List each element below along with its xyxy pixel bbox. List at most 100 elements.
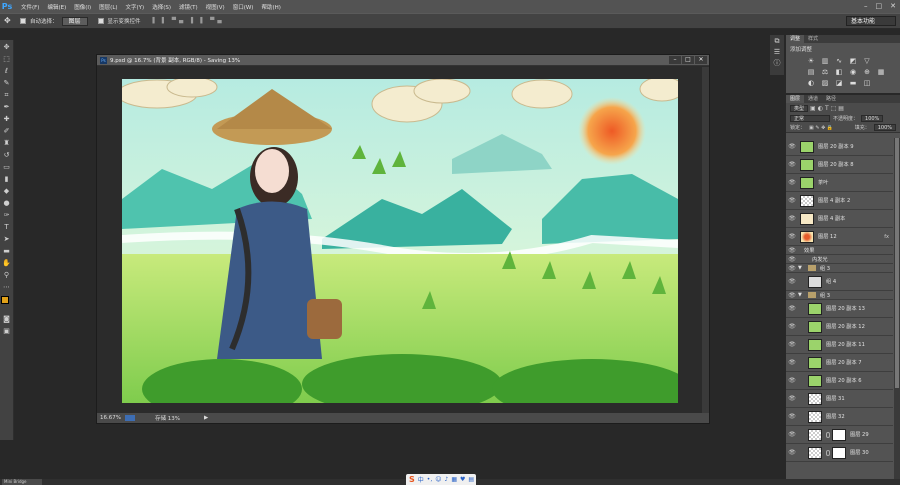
document-titlebar[interactable]: Ps 9.psd @ 16.7% (背景 副本, RGB/8) - Saving… — [97, 55, 709, 66]
expand-arrow-icon[interactable]: ▼ — [798, 265, 802, 271]
layer-effect-item[interactable]: 👁 内发光 — [786, 255, 893, 264]
pen-tool-icon[interactable]: ✑ — [2, 210, 12, 221]
hue-saturation-icon[interactable]: ▤ — [806, 68, 816, 76]
layer-mask-thumbnail[interactable] — [832, 428, 846, 441]
hand-tool-icon[interactable]: ✋ — [2, 258, 12, 269]
tab-adjustments[interactable]: 调整 — [786, 35, 805, 43]
mask-link-icon[interactable] — [826, 431, 830, 438]
move-tool-icon[interactable]: ✥ — [4, 16, 16, 26]
levels-icon[interactable]: ▥ — [820, 57, 830, 65]
lasso-tool-icon[interactable]: ℓ — [2, 66, 12, 77]
brush-tool-icon[interactable]: ✐ — [2, 126, 12, 137]
selective-color-icon[interactable]: ◫ — [862, 79, 872, 87]
tab-channels[interactable]: 通道 — [804, 95, 822, 103]
layer-row[interactable]: 👁 图层 20 副本 9 — [786, 138, 893, 156]
status-toggle-icon[interactable] — [124, 415, 135, 421]
stamp-tool-icon[interactable]: ♜ — [2, 138, 12, 149]
menu-window[interactable]: 窗口(W) — [229, 3, 258, 11]
menu-help[interactable]: 帮助(H) — [257, 3, 284, 11]
type-tool-icon[interactable]: T — [2, 222, 12, 233]
photo-filter-icon[interactable]: ◉ — [848, 68, 858, 76]
layer-row[interactable]: 👁 图层 20 副本 13 — [786, 300, 893, 318]
eraser-tool-icon[interactable]: ▭ — [2, 162, 12, 173]
ime-emoji-icon[interactable]: ☺ — [435, 476, 441, 483]
blend-mode-dropdown[interactable]: 正常 — [790, 114, 830, 122]
vibrance-icon[interactable]: ▽ — [862, 57, 872, 65]
history-brush-tool-icon[interactable]: ↺ — [2, 150, 12, 161]
tab-layers[interactable]: 图层 — [786, 95, 805, 103]
info-panel-icon[interactable]: ⓘ — [774, 58, 781, 68]
layer-effects-row[interactable]: 👁 效果 — [786, 246, 893, 255]
ime-skin-icon[interactable]: ♥ — [460, 476, 465, 483]
color-lookup-icon[interactable]: ▦ — [876, 68, 886, 76]
visibility-eye-icon[interactable]: 👁 — [788, 359, 796, 366]
healing-tool-icon[interactable]: ✚ — [2, 114, 12, 125]
filter-smart-icon[interactable]: ▤ — [838, 105, 844, 112]
layer-row[interactable]: 👁 图层 32 — [786, 408, 893, 426]
history-panel-icon[interactable]: ⧉ — [775, 37, 780, 46]
ime-voice-icon[interactable]: ♪ — [445, 476, 449, 483]
visibility-eye-icon[interactable]: 👁 — [788, 305, 796, 312]
gradient-tool-icon[interactable]: ▮ — [2, 174, 12, 185]
canvas-vertical-scrollbar[interactable] — [702, 67, 709, 413]
tab-styles[interactable]: 样式 — [804, 35, 822, 43]
threshold-icon[interactable]: ◪ — [834, 79, 844, 87]
layer-row[interactable]: 👁 图层 20 副本 7 — [786, 354, 893, 372]
layer-mask-thumbnail[interactable] — [832, 446, 846, 459]
visibility-eye-icon[interactable]: 👁 — [788, 256, 796, 263]
layer-row[interactable]: 👁 图层 31 — [786, 390, 893, 408]
menu-select[interactable]: 选择(S) — [148, 3, 175, 11]
show-transform-checkbox[interactable] — [97, 18, 104, 24]
visibility-eye-icon[interactable]: 👁 — [788, 278, 796, 285]
layer-filter-dropdown[interactable]: 类型 — [790, 104, 809, 112]
visibility-eye-icon[interactable]: 👁 — [788, 233, 796, 240]
filter-adjust-icon[interactable]: ◐ — [818, 105, 823, 112]
visibility-eye-icon[interactable]: 👁 — [788, 431, 796, 438]
opacity-input[interactable]: 100% — [861, 114, 884, 122]
layer-group-row[interactable]: 👁 ▼ 组 3 — [786, 291, 893, 300]
brightness-icon[interactable]: ☀ — [806, 57, 816, 65]
mask-link-icon[interactable] — [826, 449, 830, 456]
ime-punct-icon[interactable]: •, — [427, 476, 432, 483]
curves-icon[interactable]: ∿ — [834, 57, 844, 65]
artwork-canvas[interactable] — [122, 79, 678, 403]
zoom-level[interactable]: 16.67% — [100, 415, 121, 421]
menu-filter[interactable]: 滤镜(T) — [175, 3, 202, 11]
crop-tool-icon[interactable]: ⌗ — [2, 90, 12, 101]
ime-mode-toggle[interactable]: 中 — [418, 475, 424, 484]
menu-type[interactable]: 文字(Y) — [122, 3, 149, 11]
doc-close-button[interactable]: ✕ — [695, 56, 707, 64]
menu-file[interactable]: 文件(F) — [17, 3, 43, 11]
layers-scrollbar[interactable] — [894, 138, 900, 485]
menu-view[interactable]: 视图(V) — [202, 3, 229, 11]
visibility-eye-icon[interactable]: 👁 — [788, 341, 796, 348]
auto-select-dropdown[interactable]: 图层 — [61, 16, 88, 26]
shape-tool-icon[interactable]: ▬ — [2, 246, 12, 257]
menu-layer[interactable]: 图层(L) — [95, 3, 121, 11]
move-tool-icon[interactable]: ✥ — [2, 42, 12, 53]
layer-row[interactable]: 👁 图层 12 fx — [786, 228, 893, 246]
visibility-eye-icon[interactable]: 👁 — [788, 143, 796, 150]
black-white-icon[interactable]: ◧ — [834, 68, 844, 76]
visibility-eye-icon[interactable]: 👁 — [788, 377, 796, 384]
marquee-tool-icon[interactable]: ⬚ — [2, 54, 12, 65]
visibility-eye-icon[interactable]: 👁 — [788, 161, 796, 168]
layer-row[interactable]: 👁 图层 29 — [786, 426, 893, 444]
filter-type-icon[interactable]: T — [825, 105, 829, 112]
workspace-dropdown[interactable]: 基本功能 — [846, 16, 896, 26]
exposure-icon[interactable]: ◩ — [848, 57, 858, 65]
ime-tools-icon[interactable]: ▤ — [468, 476, 474, 483]
eyedropper-tool-icon[interactable]: ✒ — [2, 102, 12, 113]
visibility-eye-icon[interactable]: 👁 — [788, 247, 796, 254]
layer-row[interactable]: 👁 图层 20 副本 8 — [786, 156, 893, 174]
close-button[interactable]: ✕ — [890, 2, 896, 10]
channel-mixer-icon[interactable]: ⊕ — [862, 68, 872, 76]
layer-group-row[interactable]: 👁 ▼ 组 3 — [786, 264, 893, 273]
layer-row[interactable]: 👁 茶叶 — [786, 174, 893, 192]
layer-row[interactable]: 👁 图层 20 副本 11 — [786, 336, 893, 354]
doc-maximize-button[interactable]: □ — [682, 56, 694, 64]
visibility-eye-icon[interactable]: 👁 — [788, 215, 796, 222]
visibility-eye-icon[interactable]: 👁 — [788, 323, 796, 330]
visibility-eye-icon[interactable]: 👁 — [788, 395, 796, 402]
dodge-tool-icon[interactable]: ● — [2, 198, 12, 209]
